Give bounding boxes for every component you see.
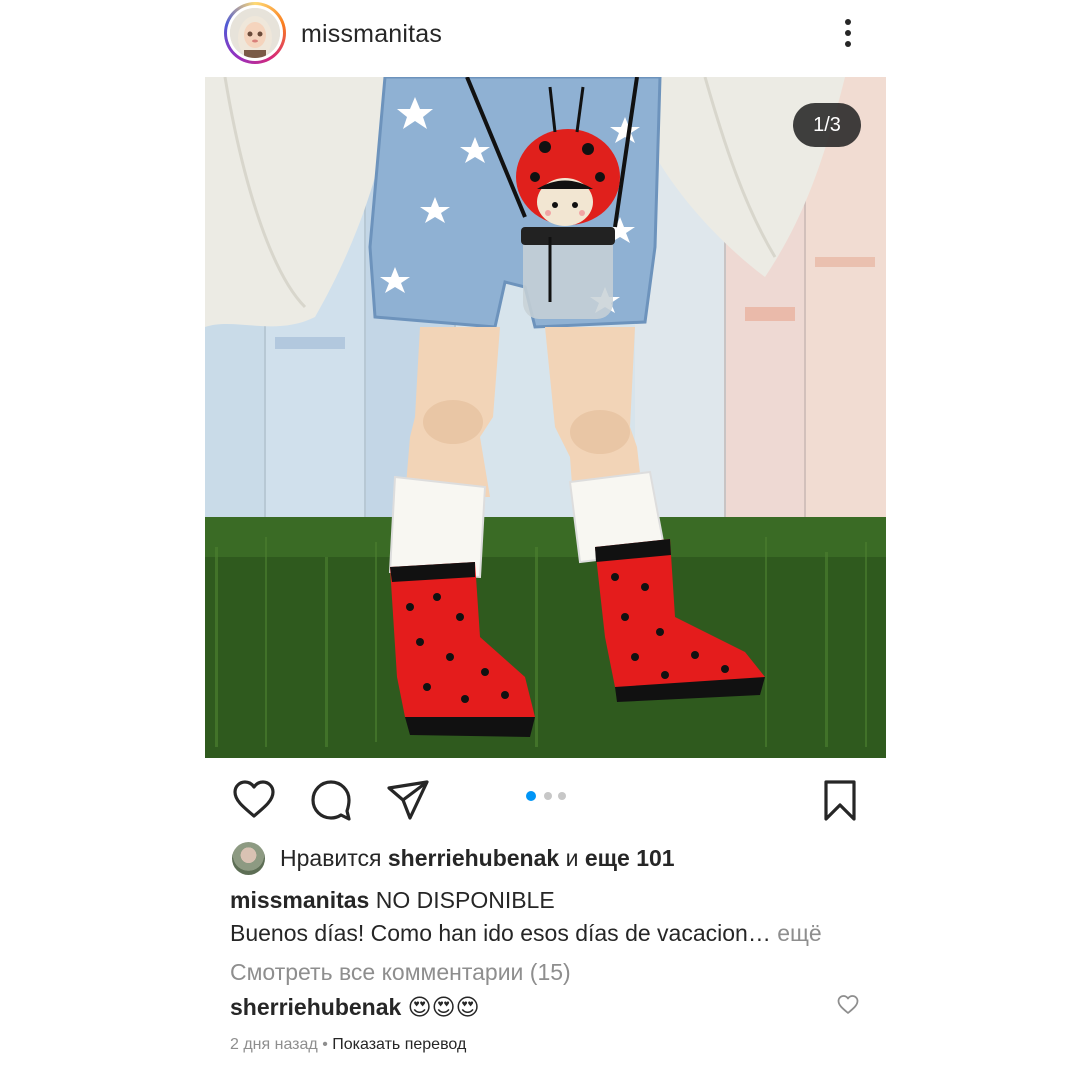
caption-title-text: NO DISPONIBLE [369, 887, 555, 913]
caption-title: missmanitas NO DISPONIBLE [230, 887, 555, 914]
avatar[interactable] [224, 2, 286, 64]
comment-heart-icon[interactable] [836, 994, 860, 1016]
profile-avatar-icon [230, 8, 280, 58]
doll-photo [205, 77, 886, 758]
post-author-username[interactable]: missmanitas [301, 20, 442, 49]
carousel-counter: 1/3 [793, 103, 861, 147]
likes-prefix: Нравится [280, 845, 388, 871]
comment-text: 😍😍😍 [401, 994, 480, 1020]
meta-separator: • [317, 1036, 333, 1053]
comment-icon[interactable] [309, 778, 353, 822]
show-translation-link[interactable]: Показать перевод [332, 1036, 466, 1053]
post-image[interactable]: 1/3 [205, 77, 886, 758]
caption-username[interactable]: missmanitas [230, 887, 369, 913]
carousel-dot-1 [526, 791, 536, 801]
caption-more-link[interactable]: ещё [771, 920, 822, 946]
caption-text: Buenos días! Como han ido esos días de v… [230, 920, 771, 946]
comment-row: sherriehubenak 😍😍😍 [230, 994, 480, 1021]
liker-username[interactable]: sherriehubenak [388, 845, 559, 871]
comment-username[interactable]: sherriehubenak [230, 994, 401, 1020]
bookmark-icon[interactable] [818, 778, 862, 822]
carousel-dot-2 [544, 792, 552, 800]
post-meta: 2 дня назад • Показать перевод [230, 1036, 466, 1054]
more-vertical-icon[interactable] [836, 17, 860, 49]
carousel-dot-3 [558, 792, 566, 800]
heart-icon[interactable] [232, 778, 276, 822]
caption-body: Buenos días! Como han ido esos días de v… [230, 920, 822, 947]
likes-others[interactable]: еще 101 [585, 845, 675, 871]
liker-avatar [232, 842, 265, 875]
post-timestamp: 2 дня назад [230, 1036, 318, 1053]
view-all-comments-link[interactable]: Смотреть все комментарии (15) [230, 959, 571, 986]
post-header: missmanitas [222, 0, 886, 70]
instagram-post: missmanitas 1/3 Нравится sherriehubenak … [0, 0, 1080, 1080]
send-icon[interactable] [386, 778, 430, 822]
action-bar [222, 770, 886, 830]
likes-conj: и [559, 845, 585, 871]
